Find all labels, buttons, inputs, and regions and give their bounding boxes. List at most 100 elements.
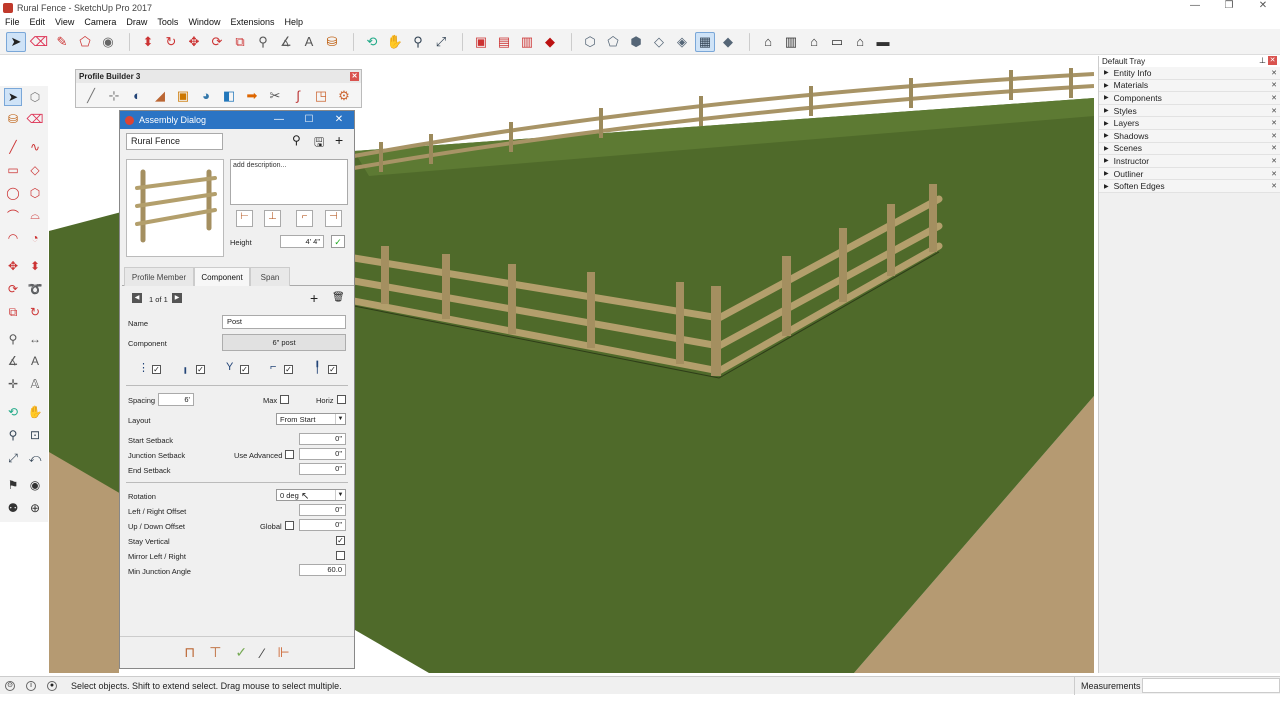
- build-spline-icon[interactable]: ✓: [235, 644, 247, 661]
- style-shaded-icon[interactable]: ◇: [649, 32, 669, 52]
- view-front-icon[interactable]: ⌂: [804, 32, 824, 52]
- scale-icon[interactable]: ⧉: [4, 303, 22, 321]
- paint-bucket-icon[interactable]: ⛁: [4, 110, 22, 128]
- geo-location-icon[interactable]: ⊙: [5, 680, 15, 691]
- close-icon[interactable]: ✕: [1271, 107, 1277, 115]
- text-icon[interactable]: A: [26, 352, 44, 370]
- eraser-icon[interactable]: ⌫: [29, 32, 49, 52]
- ruby-icon[interactable]: ◆: [540, 32, 560, 52]
- close-icon[interactable]: ✕: [1268, 56, 1277, 65]
- dimension-icon[interactable]: ↔: [26, 330, 44, 348]
- search-icon[interactable]: ⚲: [292, 133, 301, 147]
- close-icon[interactable]: ✕: [1271, 170, 1277, 178]
- name-field[interactable]: Post: [222, 315, 346, 329]
- 3d-text-icon[interactable]: 𝔸: [26, 375, 44, 393]
- pie-icon[interactable]: ◔: [26, 229, 44, 247]
- push-pull-icon[interactable]: ⬍: [138, 32, 158, 52]
- eraser-icon[interactable]: ⌫: [26, 110, 44, 128]
- tape-measure-icon[interactable]: ⚲: [253, 32, 273, 52]
- junction-setback-field[interactable]: 0": [299, 448, 346, 460]
- move-icon[interactable]: ✥: [184, 32, 204, 52]
- circle-icon[interactable]: ◯: [4, 184, 22, 202]
- tray-item-entity-info[interactable]: ▶ Entity Info ✕: [1099, 67, 1280, 80]
- axes-icon[interactable]: ✛: [4, 375, 22, 393]
- pan-icon[interactable]: ✋: [26, 403, 44, 421]
- close-icon[interactable]: ✕: [350, 72, 359, 81]
- tray-item-scenes[interactable]: ▶ Scenes ✕: [1099, 142, 1280, 156]
- add-icon[interactable]: +: [335, 132, 343, 148]
- draw-member-icon[interactable]: ╱: [81, 86, 101, 106]
- start-setback-field[interactable]: 0": [299, 433, 346, 445]
- ud-offset-field[interactable]: 0": [299, 519, 346, 531]
- close-icon[interactable]: ✕: [1271, 119, 1277, 127]
- close-icon[interactable]: ✕: [1271, 132, 1277, 140]
- next-icon[interactable]: ▶: [172, 293, 182, 303]
- menu-extensions[interactable]: Extensions: [230, 17, 274, 27]
- tray-item-outliner[interactable]: ▶ Outliner ✕: [1099, 167, 1280, 181]
- close-button[interactable]: ✕: [1246, 0, 1280, 11]
- arc-icon[interactable]: ⌒: [4, 206, 22, 224]
- lr-offset-field[interactable]: 0": [299, 504, 346, 516]
- tab-component[interactable]: Component: [194, 267, 250, 286]
- trim-icon[interactable]: ✂: [265, 86, 285, 106]
- global-checkbox[interactable]: [285, 521, 294, 530]
- layout-select[interactable]: From Start ▼: [276, 413, 346, 425]
- apply-height-icon[interactable]: ✓: [331, 235, 345, 248]
- close-icon[interactable]: ✕: [1271, 81, 1277, 89]
- zoom-extents-icon[interactable]: ⤢: [4, 449, 22, 467]
- share-model-icon[interactable]: ▥: [517, 32, 537, 52]
- max-checkbox[interactable]: [280, 395, 289, 404]
- close-icon[interactable]: ✕: [1271, 144, 1277, 152]
- orbit-icon[interactable]: ⟲: [362, 32, 382, 52]
- offset-icon[interactable]: ↻: [26, 303, 44, 321]
- menu-edit[interactable]: Edit: [30, 17, 46, 27]
- profile-library-icon[interactable]: ◐: [127, 86, 147, 106]
- path-assembly-icon[interactable]: ◧: [219, 86, 239, 106]
- style-textured-icon[interactable]: ◈: [672, 32, 692, 52]
- rectangle-icon[interactable]: ▭: [4, 161, 22, 179]
- protractor-icon[interactable]: ∡: [276, 32, 296, 52]
- close-icon[interactable]: ✕: [1271, 157, 1277, 165]
- style-hidden-icon[interactable]: ⬢: [626, 32, 646, 52]
- move-icon[interactable]: ✥: [4, 257, 22, 275]
- view-back-icon[interactable]: ⌂: [850, 32, 870, 52]
- build-along-path-icon[interactable]: ⊤: [209, 644, 221, 661]
- tab-profile-member[interactable]: Profile Member: [124, 267, 194, 286]
- text-icon[interactable]: A: [299, 32, 319, 52]
- menu-draw[interactable]: Draw: [126, 17, 147, 27]
- height-field[interactable]: 4' 4": [280, 235, 324, 248]
- align-corner-icon[interactable]: ⌐: [296, 210, 313, 227]
- follow-me-icon[interactable]: ➰: [26, 280, 44, 298]
- eyedropper-icon[interactable]: ⁄: [261, 645, 263, 661]
- circle-icon[interactable]: ◉: [98, 32, 118, 52]
- rotated-rectangle-icon[interactable]: ◇: [26, 161, 44, 179]
- freehand-icon[interactable]: ∿: [26, 138, 44, 156]
- view-top-icon[interactable]: ▥: [781, 32, 801, 52]
- stay-vertical-checkbox[interactable]: ✓: [336, 536, 345, 545]
- close-icon[interactable]: ✕: [1271, 94, 1277, 102]
- zoom-extents-icon[interactable]: ⤢: [431, 32, 451, 52]
- delete-icon[interactable]: 🗑: [332, 292, 345, 303]
- style-monochrome-icon[interactable]: ▦: [695, 31, 715, 52]
- polygon-icon[interactable]: ⬡: [26, 184, 44, 202]
- edit-member-icon[interactable]: ◳: [311, 86, 331, 106]
- orbit-icon[interactable]: ⟲: [4, 403, 22, 421]
- protractor-icon[interactable]: ∡: [4, 352, 22, 370]
- tray-item-instructor[interactable]: ▶ Instructor ✕: [1099, 155, 1280, 168]
- two-point-arc-icon[interactable]: ⌓: [26, 206, 44, 224]
- minimize-button[interactable]: —: [265, 111, 293, 129]
- section-plane-icon[interactable]: ⊕: [26, 499, 44, 517]
- align-left-icon[interactable]: ⊢: [236, 210, 253, 227]
- attach-end-checkbox[interactable]: ✓: [328, 365, 337, 374]
- scale-icon[interactable]: ⧉: [230, 32, 250, 52]
- shape-icon[interactable]: ⬠: [75, 32, 95, 52]
- walk-icon[interactable]: ⚉: [4, 499, 22, 517]
- rotate-icon[interactable]: ⟳: [207, 32, 227, 52]
- style-wireframe-icon[interactable]: ⬠: [603, 32, 623, 52]
- tray-item-styles[interactable]: ▶ Styles ✕: [1099, 104, 1280, 118]
- settings-icon[interactable]: ⚙: [334, 86, 354, 106]
- zoom-icon[interactable]: ⚲: [408, 32, 428, 52]
- extend-member-icon[interactable]: ➡: [242, 86, 262, 106]
- rotation-select[interactable]: 0 deg ▼: [276, 489, 346, 501]
- swap-profile-icon[interactable]: ∫: [288, 86, 308, 106]
